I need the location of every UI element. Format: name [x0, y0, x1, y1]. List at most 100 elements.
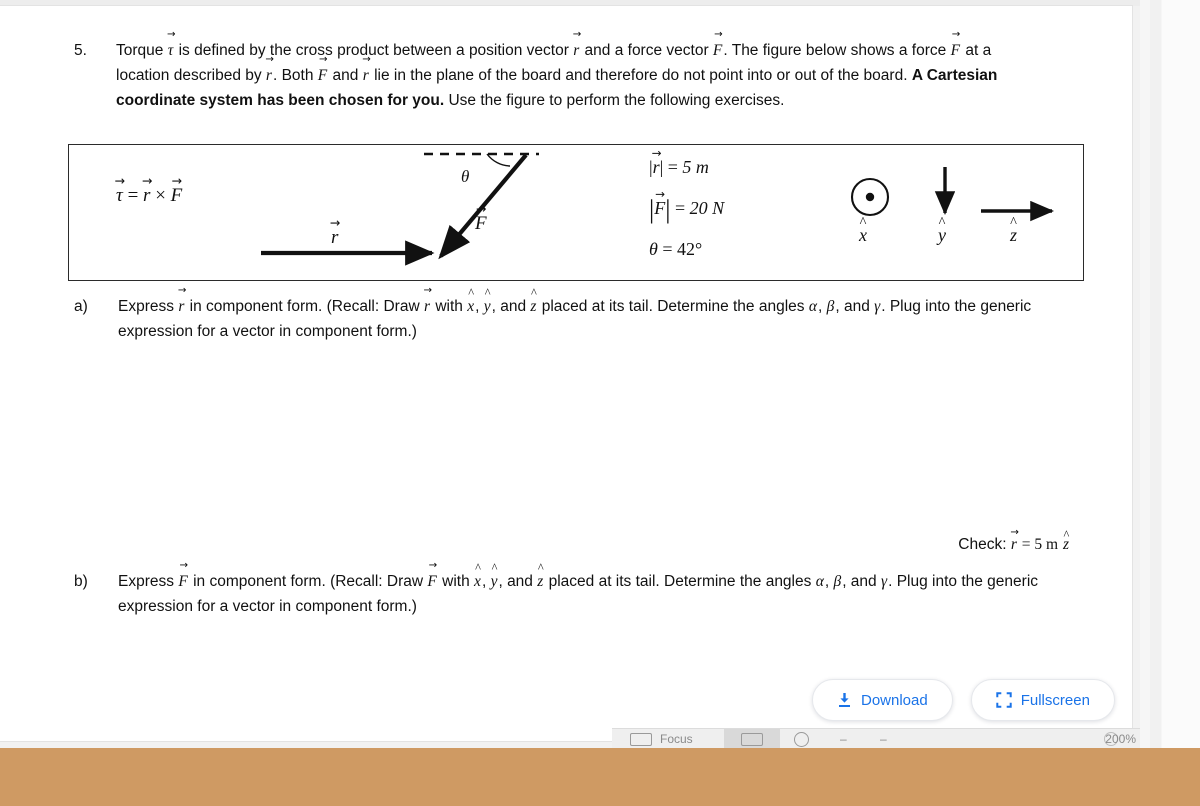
r-vector-symbol: r [178, 294, 185, 319]
r-vector-symbol: r [1011, 536, 1018, 554]
F-label-glyph: F [475, 213, 487, 235]
F-vector-symbol: F [318, 63, 328, 88]
r-vector-symbol: r [363, 63, 370, 88]
x-hat-glyph: x [859, 225, 867, 246]
alpha-symbol: α [815, 573, 824, 590]
x-hat-symbol: x [474, 569, 482, 594]
F-mag-glyph: F [654, 198, 665, 219]
theta-label: θ [461, 167, 470, 186]
intro-seg-7: and [328, 67, 363, 85]
r-mag-glyph: r [653, 157, 660, 178]
toolbar-selected-item[interactable] [724, 729, 780, 750]
download-icon [837, 692, 852, 708]
beta-symbol: β [833, 573, 842, 590]
a-seg-4: , [475, 298, 484, 315]
part-a-block: a) Express r in component form. (Recall:… [74, 294, 1074, 344]
check-label: Check: [958, 536, 1011, 553]
toolbar-circle-icon[interactable] [794, 732, 809, 747]
b-seg-6: placed at its tail. Determine the angles [544, 573, 816, 590]
F-vector-symbol: F [427, 569, 437, 594]
y-hat-symbol: y [484, 294, 492, 319]
screen: 5. Torque τ is defined by the cross prod… [0, 0, 1200, 806]
check-value: = 5 m [1017, 536, 1062, 553]
r-vector-symbol: r [424, 294, 431, 319]
toolbar-box-icon[interactable] [630, 733, 652, 746]
intro-seg-4: . The figure below shows a force [723, 42, 951, 59]
part-b-text: Express F in component form. (Recall: Dr… [118, 569, 1058, 619]
figure-box: τ = r × F [68, 144, 1084, 281]
theta-degrees: 42° [677, 239, 703, 259]
part-b-letter: b) [74, 573, 88, 590]
F-vector-label: F [475, 213, 487, 235]
z-hat-symbol: z [537, 569, 544, 594]
b-seg-4: , [481, 573, 491, 590]
toolbar-dash-1: – [840, 732, 847, 746]
r-mag-unit: m [695, 157, 709, 177]
z-hat-symbol: z [530, 294, 537, 319]
b-seg-2: in component form. (Recall: Draw [188, 573, 428, 590]
document-page: 5. Torque τ is defined by the cross prod… [0, 6, 1132, 741]
a-seg-8: , and [835, 298, 875, 315]
intro-seg-9: Use the figure to perform the following … [444, 92, 785, 110]
question-5-block: 5. Torque τ is defined by the cross prod… [74, 38, 1034, 113]
F-mag-value: 20 [689, 198, 708, 218]
question-number: 5. [74, 42, 87, 59]
fullscreen-icon [996, 692, 1012, 708]
b-seg-1: Express [118, 573, 179, 590]
dock-items: ♫ 📖 A ⚙ 2 W 🎥 PDF P X 💬 🔍 [0, 750, 1200, 806]
focus-label: Focus [660, 732, 693, 746]
gamma-symbol: γ [874, 298, 881, 315]
F-vector-symbol: F [951, 38, 961, 63]
beta-symbol: β [826, 298, 835, 315]
part-a-text: Express r in component form. (Recall: Dr… [118, 294, 1058, 344]
question-intro-text: Torque τ is defined by the cross product… [116, 38, 1032, 113]
a-seg-7: , [817, 298, 827, 315]
x-hat-label: x [859, 225, 867, 246]
alpha-symbol: α [808, 298, 817, 315]
gamma-symbol: γ [880, 573, 888, 590]
theta-value-line: θ = 42° [649, 239, 703, 259]
a-seg-5: , and [491, 298, 531, 315]
document-viewer: 5. Torque τ is defined by the cross prod… [0, 0, 1140, 748]
z-hat-label: z [1010, 225, 1017, 246]
intro-seg-8: lie in the plane of the board and theref… [369, 67, 912, 85]
x-hat-dot-icon [865, 192, 875, 202]
action-buttons: Download Fullscreen [812, 679, 1115, 721]
intro-seg-1: Torque [116, 42, 168, 59]
intro-seg-6: . Both [272, 67, 318, 85]
a-seg-6: placed at its tail. Determine the angles [537, 298, 809, 315]
b-seg-8: , and [842, 573, 881, 590]
theta-arc [486, 153, 511, 167]
page-thumbnail-panel[interactable] [1162, 0, 1200, 748]
r-vector-symbol: r [266, 63, 273, 88]
fullscreen-button[interactable]: Fullscreen [970, 679, 1115, 721]
a-seg-1: Express [118, 298, 179, 315]
toolbar-box-icon [741, 733, 763, 746]
b-seg-3: with [437, 573, 475, 590]
magnitude-r: |r| = 5 m [649, 157, 709, 178]
theta-glyph: θ [649, 239, 658, 259]
part-a-letter: a) [74, 298, 88, 315]
vertical-scrollbar-track[interactable] [1150, 0, 1161, 748]
y-hat-symbol: y [491, 569, 499, 594]
zoom-level-label: 200% [1105, 732, 1136, 746]
r-vector-symbol: r [573, 38, 580, 63]
toolbar-dash-2: – [880, 732, 887, 746]
check-answer-line: Check: r = 5 m z [0, 536, 1070, 554]
obscured-app-toolbar[interactable]: Focus – – 200% [612, 728, 1140, 750]
part-b-block: b) Express F in component form. (Recall:… [74, 569, 1074, 619]
download-label: Download [861, 691, 928, 709]
r-mag-value: 5 [682, 157, 692, 177]
z-hat-glyph: z [1010, 225, 1017, 246]
F-vector-symbol: F [713, 38, 723, 63]
tau-vector-symbol: τ [168, 38, 175, 63]
magnitude-F: |F| = 20 N [649, 195, 724, 225]
F-vector-symbol: F [178, 569, 188, 594]
x-hat-symbol: x [467, 294, 475, 319]
download-button[interactable]: Download [812, 679, 953, 721]
a-seg-3: with [431, 298, 468, 315]
y-hat-label: y [938, 225, 946, 246]
vector-diagram [261, 152, 1055, 266]
z-hat-symbol: z [1063, 536, 1070, 554]
F-mag-unit: N [712, 198, 725, 218]
